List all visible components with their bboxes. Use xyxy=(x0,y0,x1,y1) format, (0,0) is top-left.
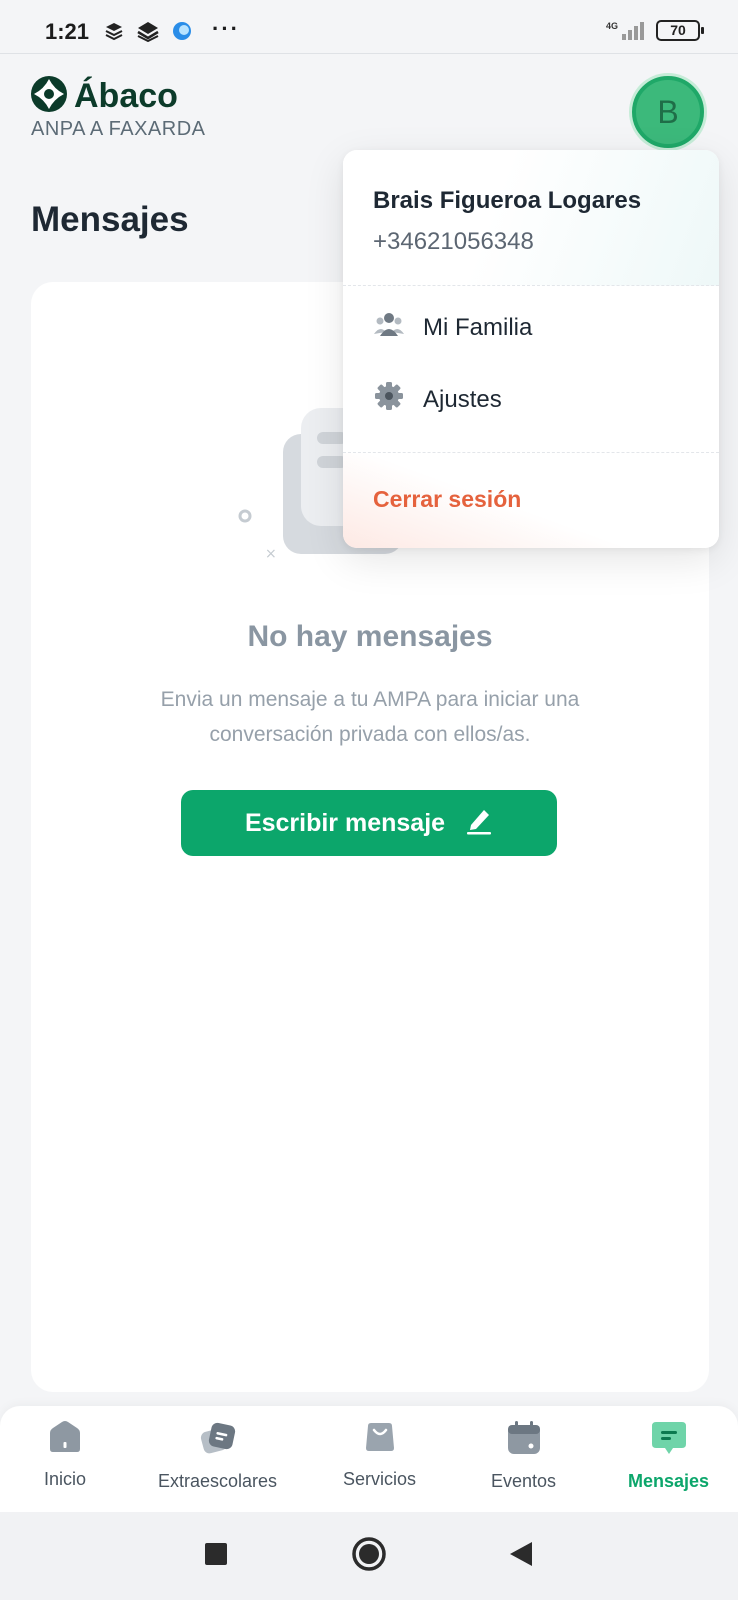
abaco-logo-icon xyxy=(30,75,68,118)
menu-item-mi-familia[interactable]: Mi Familia xyxy=(373,310,532,345)
stack-icon xyxy=(136,20,160,47)
nav-label: Mensajes xyxy=(628,1471,710,1491)
user-info-section: Brais Figueroa Logares +34621056348 xyxy=(343,150,719,286)
nav-item-inicio[interactable]: Inicio xyxy=(44,1420,86,1490)
write-message-button[interactable]: Escribir mensaje xyxy=(181,790,557,856)
shopping-bag-icon xyxy=(363,1420,397,1459)
calendar-icon xyxy=(506,1420,542,1461)
svg-text:×: × xyxy=(265,546,277,562)
home-button[interactable] xyxy=(351,1536,387,1577)
nav-label: Inicio xyxy=(44,1469,87,1489)
more-notifications-icon: ··· xyxy=(212,16,240,41)
battery-icon: 70 xyxy=(656,20,704,41)
message-icon xyxy=(651,1420,687,1461)
recent-apps-button[interactable] xyxy=(204,1542,228,1571)
nav-item-servicios[interactable]: Servicios xyxy=(343,1420,416,1490)
organization-name: ANPA A FAXARDA xyxy=(31,118,206,140)
status-notification-icons xyxy=(104,20,192,47)
write-message-label: Escribir mensaje xyxy=(244,808,446,837)
signal-icon: 4G xyxy=(605,20,644,40)
family-icon xyxy=(373,310,405,345)
home-icon xyxy=(47,1420,83,1459)
user-avatar-button[interactable]: B xyxy=(632,76,704,148)
status-system-icons: 4G 70 xyxy=(605,20,704,41)
nav-label: Servicios xyxy=(343,1469,417,1489)
user-phone: +34621056348 xyxy=(373,228,534,255)
menu-item-ajustes[interactable]: Ajustes xyxy=(373,380,502,419)
status-time: 1:21 xyxy=(45,19,90,44)
menu-item-label: Mi Familia xyxy=(423,313,533,341)
status-bar: 1:21 ··· 4G 70 xyxy=(0,0,738,54)
pencil-icon xyxy=(465,805,493,842)
nav-item-eventos[interactable]: Eventos xyxy=(491,1420,556,1492)
activities-icon xyxy=(200,1420,236,1461)
empty-state-description: Envia un mensaje a tu AMPA para iniciar … xyxy=(160,688,580,746)
network-type: 4G xyxy=(605,20,618,31)
empty-state-title: No hay mensajes xyxy=(247,620,493,653)
avatar-initial: B xyxy=(657,93,679,130)
user-name: Brais Figueroa Logares xyxy=(373,187,642,214)
user-menu-dropdown: Brais Figueroa Logares +34621056348 Mi F… xyxy=(343,150,719,548)
gear-icon xyxy=(373,380,405,419)
page-title: Mensajes xyxy=(31,200,189,239)
nav-item-mensajes[interactable]: Mensajes xyxy=(628,1420,709,1492)
nav-label: Extraescolares xyxy=(158,1471,278,1491)
menu-item-label: Ajustes xyxy=(423,385,502,413)
brand-logo[interactable]: Ábaco xyxy=(30,75,178,118)
layers-icon xyxy=(104,21,124,46)
system-navigation-bar xyxy=(0,1512,738,1600)
back-button[interactable] xyxy=(508,1540,534,1573)
nav-label: Eventos xyxy=(491,1471,557,1491)
nav-item-extraescolares[interactable]: Extraescolares xyxy=(158,1420,277,1492)
logout-button[interactable]: Cerrar sesión xyxy=(373,486,521,513)
bottom-navigation: Inicio Extraescolares Servicios Eventos … xyxy=(0,1406,738,1512)
browser-icon xyxy=(172,21,192,46)
brand-name: Ábaco xyxy=(74,77,178,115)
